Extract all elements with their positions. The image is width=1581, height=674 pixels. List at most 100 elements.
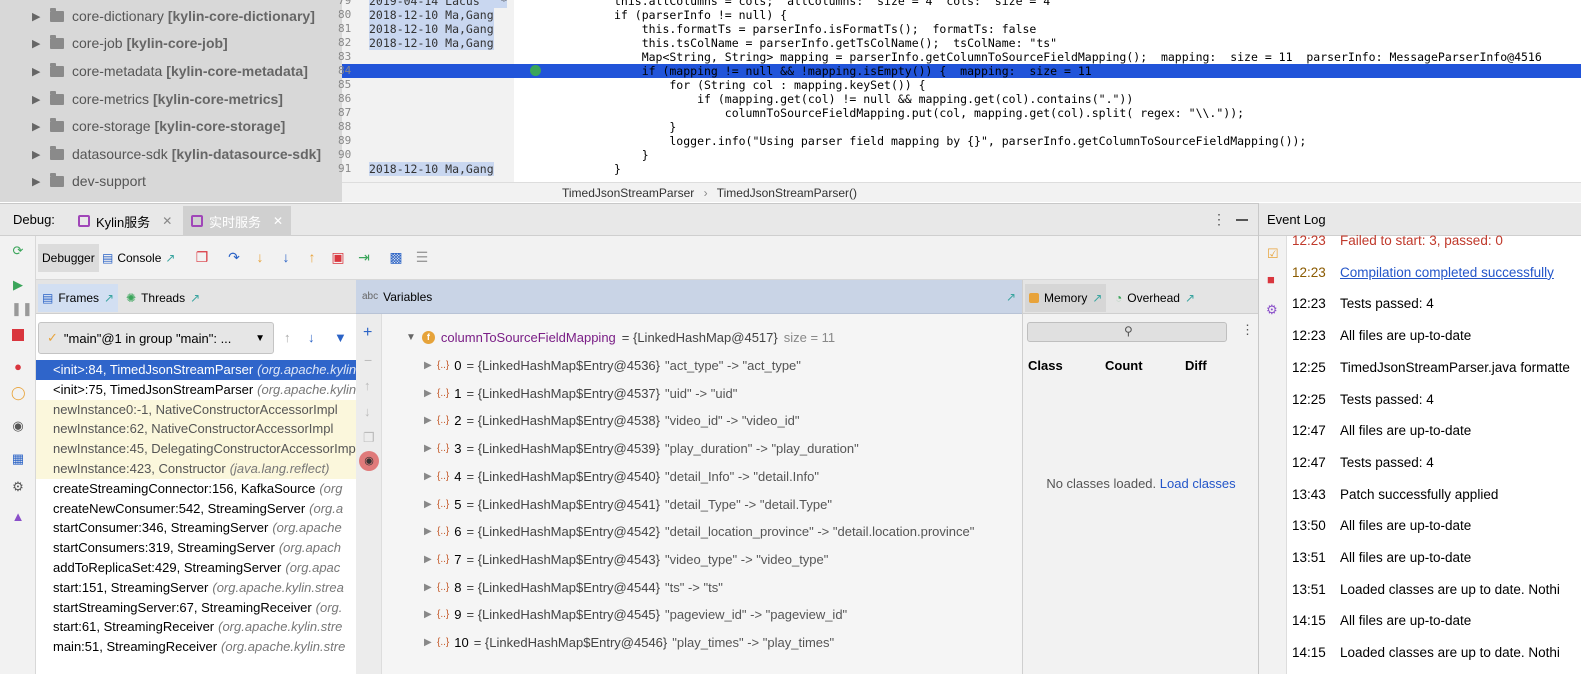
step-over-icon[interactable]: ↷ [226, 249, 242, 265]
layout-icon[interactable]: ▦ [11, 452, 25, 466]
code-line[interactable]: 2018-12-10 Ma,Gang 91} [338, 162, 1581, 176]
thread-dropdown[interactable]: ✓ "main"@1 in group "main": ... ▼ [38, 322, 274, 354]
variable-entry[interactable]: ▶ {..} 10 = {LinkedHashMap$Entry@4546} "play… [424, 632, 834, 654]
tab-realtime-service[interactable]: 实时服务 ✕ [183, 206, 292, 236]
tree-item-core-metadata[interactable]: ▶ core-metadata [kylin-core-metadata] [0, 57, 342, 85]
column-class[interactable]: Class [1028, 358, 1063, 373]
chevron-right-icon[interactable]: ▶ [424, 632, 432, 654]
code-line[interactable]: 84 if (mapping != null && !mapping.isEmp… [338, 64, 1581, 78]
evaluate-expression-icon[interactable]: ▩ [388, 249, 404, 265]
breadcrumb-method[interactable]: TimedJsonStreamParser() [717, 186, 857, 200]
code-line[interactable]: 88 } [338, 120, 1581, 134]
camera-icon[interactable]: ◉ [11, 419, 25, 433]
pin-arrow-icon[interactable]: ↗ [1185, 291, 1195, 305]
breakpoint-check-icon[interactable] [530, 65, 541, 76]
run-to-cursor-icon[interactable]: ⇥ [356, 249, 372, 265]
frame-row[interactable]: <init>:75, TimedJsonStreamParser (org.apa… [36, 380, 356, 400]
drop-frame-icon[interactable]: ▣ [330, 249, 346, 265]
variable-entry[interactable]: ▶ {..} 9 = {LinkedHashMap$Entry@4545} "pagev… [424, 604, 847, 626]
add-watch-icon[interactable]: + [363, 324, 372, 342]
frame-row[interactable]: startConsumer:346, StreamingServer (org.a… [36, 518, 356, 538]
code-editor[interactable]: 2019-04-14 Lacus * 79 this.allColumns = co… [338, 0, 1581, 202]
line-number[interactable]: 81 [338, 22, 351, 36]
trace-icon[interactable]: ☰ [414, 249, 430, 265]
code-line[interactable]: 2019-04-14 Lacus * 79 this.allColumns = co… [338, 0, 1581, 8]
chevron-right-icon[interactable]: ▶ [424, 604, 432, 626]
blame-annotation[interactable]: 2018-12-10 Ma,Gang [369, 162, 494, 176]
mute-breakpoints-icon[interactable]: ◯ [11, 386, 26, 400]
tree-item-dev-support[interactable]: ▶ dev-support [0, 167, 342, 195]
minimize-icon[interactable] [1236, 219, 1248, 221]
line-number[interactable]: 85 [338, 78, 351, 92]
tab-debugger[interactable]: Debugger [38, 244, 99, 272]
chevron-right-icon[interactable]: ▶ [424, 355, 432, 377]
chevron-down-icon[interactable]: ▼ [255, 333, 265, 344]
copy-icon[interactable]: ❐ [363, 430, 375, 446]
chevron-right-icon[interactable]: ▶ [424, 521, 432, 543]
code-line[interactable]: 86 if (mapping.get(col) != null && mappi… [338, 92, 1581, 106]
tab-overhead[interactable]: ◔ Overhead ↗ [1111, 284, 1199, 312]
code-line[interactable]: 2018-12-10 Ma,Gang 80 if (parserInfo != nu… [338, 8, 1581, 22]
restore-layout-icon[interactable]: ❐ [194, 249, 210, 265]
tab-threads[interactable]: ✺ Threads ↗ [122, 284, 204, 312]
column-count[interactable]: Count [1105, 358, 1143, 373]
variable-entry[interactable]: ▶ {..} 5 = {LinkedHashMap$Entry@4541} "detai… [424, 494, 832, 516]
variable-entry[interactable]: ▶ {..} 0 = {LinkedHashMap$Entry@4536} "act_t… [424, 355, 801, 377]
log-entry[interactable]: 12:23 Compilation completed successfully [1292, 263, 1554, 283]
line-number[interactable]: 80 [338, 8, 351, 22]
code-line[interactable]: 2018-12-10 Ma,Gang 81 this.formatTs = par… [338, 22, 1581, 36]
mark-read-icon[interactable]: ☑ [1267, 246, 1279, 262]
remove-watch-icon[interactable]: − [364, 352, 372, 368]
blame-annotation[interactable]: 2018-12-10 Ma,Gang [369, 22, 494, 36]
force-step-into-icon[interactable]: ↓ [278, 249, 294, 265]
variable-entry[interactable]: ▶ {..} 6 = {LinkedHashMap$Entry@4542} "detai… [424, 521, 974, 543]
chevron-down-icon[interactable]: ▼ [406, 332, 416, 343]
tree-item-core-metrics[interactable]: ▶ core-metrics [kylin-core-metrics] [0, 85, 342, 113]
arrow-down-icon[interactable]: ↓ [308, 330, 315, 345]
variable-entry[interactable]: ▶ {..} 4 = {LinkedHashMap$Entry@4540} "detai… [424, 466, 819, 488]
frame-row[interactable]: start:61, StreamingReceiver (org.apache.k… [36, 617, 356, 637]
chevron-right-icon[interactable]: ▶ [32, 10, 44, 23]
close-icon[interactable]: ✕ [162, 214, 172, 228]
line-number[interactable]: 90 [338, 148, 351, 162]
chevron-right-icon[interactable]: ▶ [424, 549, 432, 571]
line-number[interactable]: 83 [338, 50, 351, 64]
chevron-right-icon[interactable]: ▶ [424, 494, 432, 516]
breadcrumb-class[interactable]: TimedJsonStreamParser [562, 186, 694, 200]
line-number[interactable]: 89 [338, 134, 351, 148]
chevron-right-icon[interactable]: ▶ [32, 175, 44, 188]
more-options-icon[interactable]: ⋮ [1212, 211, 1226, 228]
line-number[interactable]: 91 [338, 162, 351, 176]
tree-item-core-job[interactable]: ▶ core-job [kylin-core-job] [0, 29, 342, 57]
log-message[interactable]: Compilation completed successfully [1340, 265, 1554, 280]
code-line[interactable]: 90 } [338, 148, 1581, 162]
chevron-right-icon[interactable]: ▶ [424, 438, 432, 460]
code-line[interactable]: 83 Map<String, String> mapping = parserI… [338, 50, 1581, 64]
pin-arrow-icon[interactable]: ↗ [1092, 291, 1102, 305]
pin-arrow-icon[interactable]: ↗ [190, 291, 200, 305]
pin-arrow-icon[interactable]: ↗ [1006, 290, 1016, 304]
chevron-right-icon[interactable]: ▶ [32, 148, 44, 161]
variable-entry[interactable]: ▶ {..} 2 = {LinkedHashMap$Entry@4538} "video… [424, 410, 799, 432]
frame-row[interactable]: newInstance:423, Constructor (java.lang.r… [36, 459, 356, 479]
view-breakpoints-icon[interactable]: ● [11, 360, 25, 374]
glasses-icon[interactable]: ◉ [359, 451, 379, 471]
class-search-input[interactable]: ⚲ [1027, 322, 1227, 342]
code-line[interactable]: 87 columnToSourceFieldMapping.put(col, m… [338, 106, 1581, 120]
chevron-right-icon[interactable]: ▶ [424, 577, 432, 599]
frame-row[interactable]: <init>:84, TimedJsonStreamParser (org.apa… [36, 360, 356, 380]
variable-entry[interactable]: ▶ {..} 7 = {LinkedHashMap$Entry@4543} "video… [424, 549, 828, 571]
code-line[interactable]: 85 for (String col : mapping.keySet()) { [338, 78, 1581, 92]
line-number[interactable]: 88 [338, 120, 351, 134]
chevron-right-icon[interactable]: ▶ [32, 65, 44, 78]
blame-annotation[interactable]: 2018-12-10 Ma,Gang [369, 36, 494, 50]
tree-item-datasource-sdk[interactable]: ▶ datasource-sdk [kylin-datasource-sdk] [0, 140, 342, 168]
line-number[interactable]: 84 [338, 64, 351, 78]
column-diff[interactable]: Diff [1185, 358, 1207, 373]
code-line[interactable]: 89 logger.info("Using parser field mappi… [338, 134, 1581, 148]
pause-icon[interactable]: ❚❚ [11, 302, 33, 316]
line-number[interactable]: 82 [338, 36, 351, 50]
variable-entry[interactable]: ▶ {..} 3 = {LinkedHashMap$Entry@4539} "play_… [424, 438, 859, 460]
frame-row[interactable]: newInstance:45, DelegatingConstructorAcc… [36, 439, 356, 460]
tab-console[interactable]: ▤ Console ↗ [102, 244, 175, 272]
